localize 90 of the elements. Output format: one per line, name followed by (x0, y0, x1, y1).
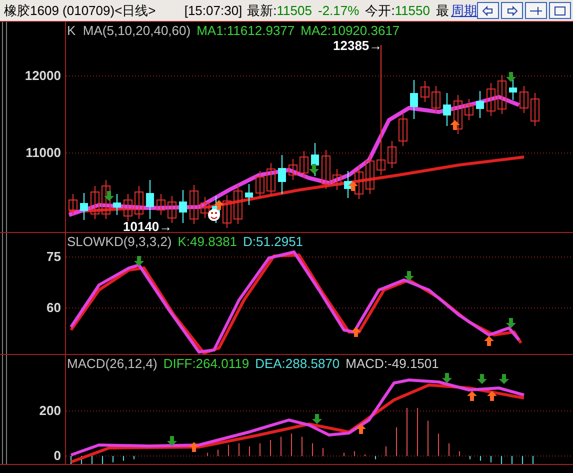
down-arrow-icon (104, 191, 114, 201)
down-arrow-icon (312, 414, 322, 424)
candlestick (332, 168, 342, 190)
candlestick (278, 154, 286, 194)
indicator-legend: MACD(26,12,4) (67, 357, 158, 370)
candlestick (486, 82, 496, 116)
indicator-legend: MA2:10920.3617 (300, 24, 400, 37)
candlestick (68, 194, 78, 216)
up-arrow-icon (189, 442, 199, 452)
candlestick (530, 92, 540, 126)
candlestick (432, 86, 440, 114)
candlestick (410, 80, 418, 120)
candlestick (388, 140, 396, 168)
candlestick (200, 196, 210, 218)
axis-label: 11000 (26, 146, 61, 159)
down-arrow-icon (499, 374, 509, 384)
candlestick (234, 184, 242, 224)
right-arrow-button[interactable] (501, 2, 523, 19)
up-arrow-icon (348, 181, 358, 191)
smiley-icon (208, 209, 220, 221)
axis-label: 200 (39, 404, 61, 417)
latest-label: 最新: (247, 2, 277, 20)
candlestick (156, 194, 166, 216)
up-arrow-icon (450, 120, 460, 130)
price-annotation: 10140→ (123, 220, 172, 233)
axis-label: 0 (54, 449, 61, 462)
candlestick (190, 184, 198, 224)
down-arrow-icon (167, 436, 177, 446)
latest-value: 11505 (276, 2, 312, 20)
high-label: 最 (436, 2, 449, 20)
up-arrow-icon (351, 327, 361, 337)
symbol-title: 橡胶1609 (010709)<日线> (4, 2, 157, 20)
candlestick (398, 112, 408, 146)
open-label: 今开: (365, 2, 395, 20)
indicator-legend: DIFF:264.0119 (163, 357, 250, 370)
candlestick (288, 158, 298, 180)
candlestick (454, 94, 462, 134)
down-arrow-icon (309, 164, 319, 174)
candlestick (168, 196, 176, 224)
candlestick (179, 190, 187, 224)
axis-label: 60 (46, 301, 61, 314)
axis-label: 75 (46, 250, 61, 263)
open-value: 11550 (394, 2, 430, 20)
down-arrow-icon (442, 373, 452, 383)
candlestick (80, 192, 88, 220)
up-arrow-icon (356, 424, 366, 434)
candlestick (311, 142, 319, 176)
candlestick (245, 184, 253, 206)
candlestick (90, 186, 100, 220)
candlestick (256, 170, 264, 198)
candlestick (366, 154, 374, 194)
indicator-legend: MACD:-49.1501 (346, 357, 439, 370)
down-arrow-icon (506, 72, 516, 82)
candlestick (322, 150, 330, 190)
indicator-legend: K:49.8381 (178, 235, 238, 248)
candlestick (464, 98, 474, 120)
candlestick (476, 90, 484, 118)
left-arrow-button[interactable] (477, 2, 499, 19)
maximize-button[interactable] (549, 2, 571, 19)
indicator-legend: K MA(5,10,20,40,60) (67, 24, 191, 37)
split-view-button[interactable] (525, 2, 547, 19)
axis-label: 12000 (24, 69, 61, 82)
candlestick (443, 92, 451, 126)
candlestick (113, 194, 121, 216)
candlestick (124, 194, 132, 222)
candlestick (222, 194, 232, 228)
price-annotation: 12385→ (333, 39, 382, 52)
candlestick (146, 180, 154, 220)
candlestick (300, 150, 308, 178)
clock-time: [15:07:30] (184, 2, 242, 20)
down-arrow-icon (404, 271, 414, 281)
indicator-legend: MA1:11612.9377 (196, 24, 295, 37)
candlestick (498, 74, 506, 114)
period-link[interactable]: 周期 (451, 0, 477, 20)
indicator-legend: SLOWKD(9,3,3,2) (67, 235, 172, 248)
down-arrow-icon (134, 256, 144, 266)
candlestick (354, 166, 364, 200)
candlestick (134, 186, 144, 220)
up-arrow-icon (214, 200, 224, 210)
candlestick (520, 86, 528, 114)
up-arrow-icon (484, 336, 494, 346)
candlestick (420, 80, 430, 102)
change-percent: -2.17% (318, 2, 360, 20)
down-arrow-icon (506, 318, 516, 328)
indicator-legend: DEA:288.5870 (255, 357, 340, 370)
candlestick (266, 162, 276, 196)
candlestick (509, 78, 517, 100)
indicator-legend: D:51.2951 (243, 235, 304, 248)
candlestick (102, 180, 110, 220)
down-arrow-icon (477, 374, 487, 384)
